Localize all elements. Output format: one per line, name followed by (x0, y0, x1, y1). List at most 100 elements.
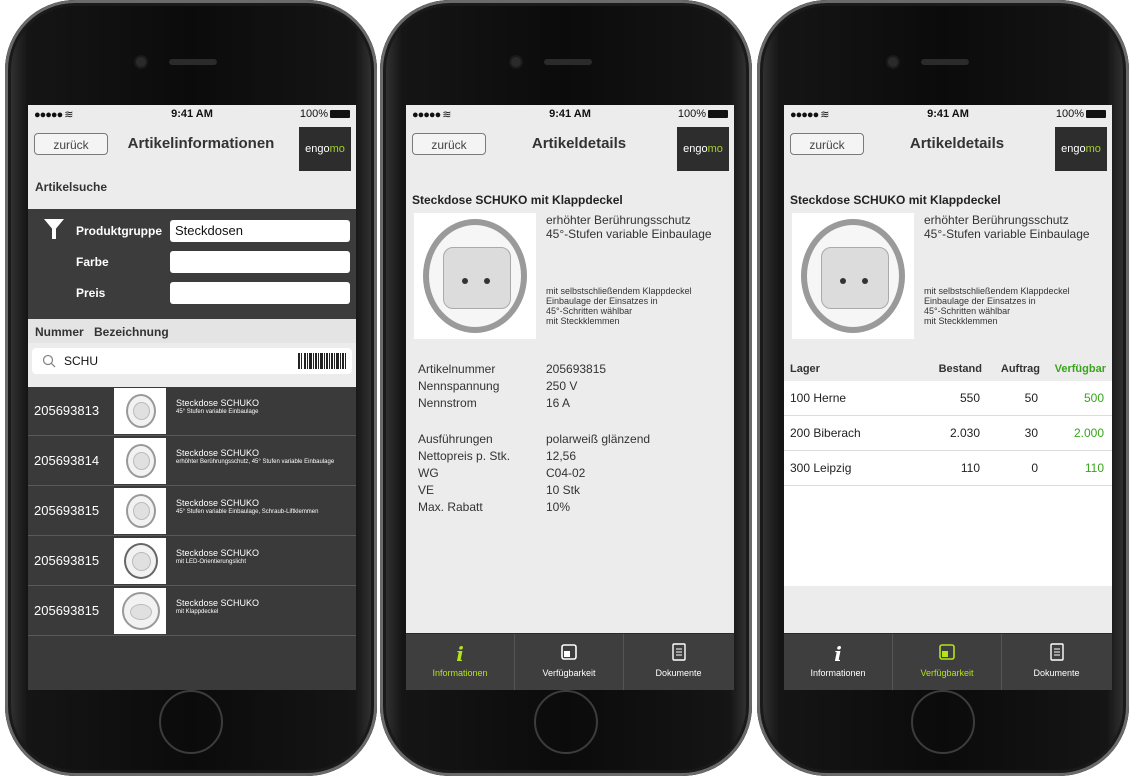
engomo-logo: engomo (299, 127, 351, 171)
tab-bar: i Informationen Verfügbarkeit Dokumente (406, 633, 734, 690)
feature-note: mit Steckklemmen (546, 316, 620, 326)
product-title: Steckdose SCHUKO mit Klappdeckel (790, 193, 1001, 207)
home-button[interactable] (911, 690, 975, 754)
column-name: Bezeichnung (94, 325, 169, 339)
tab-informationen[interactable]: i Informationen (406, 634, 515, 690)
availability-table: 100 Herne 550 50 500 200 Biberach 2.030 … (784, 381, 1112, 586)
tab-dokumente[interactable]: Dokumente (624, 634, 733, 690)
engomo-logo: engomo (677, 127, 729, 171)
spec-label: Nettopreis p. Stk. (418, 449, 511, 463)
feature-text: erhöhter Berührungsschutz (924, 213, 1069, 227)
camera (511, 57, 521, 67)
item-subtitle: erhöhter Berührungsschutz, 45° Stufen va… (176, 459, 335, 465)
cell-lager: 300 Leipzig (790, 461, 852, 475)
screen-article-details: ●●●●● ≋ 9:41 AM 100% zurück Artikeldetai… (406, 105, 734, 690)
cell-bestand: 550 (959, 391, 980, 405)
list-item[interactable]: 205693813 Steckdose SCHUKO 45° Stufen va… (28, 387, 356, 436)
list-item[interactable]: 205693815 Steckdose SCHUKO mit Klappdeck… (28, 587, 356, 636)
back-button[interactable]: zurück (790, 133, 864, 155)
camera (888, 57, 898, 67)
status-bar: ●●●●● ≋ 9:41 AM 100% (406, 105, 734, 123)
item-title: Steckdose SCHUKO (176, 398, 260, 408)
tab-label: Informationen (432, 668, 488, 678)
column-auftrag: Auftrag (1000, 363, 1040, 375)
document-icon (1002, 642, 1111, 662)
table-row[interactable]: 100 Herne 550 50 500 (784, 381, 1112, 416)
tab-label: Verfügbarkeit (542, 668, 596, 678)
filter-label: Farbe (76, 255, 109, 269)
spec-label: Nennstrom (418, 396, 477, 410)
item-subtitle: 45° Stufen variable Einbaulage (176, 409, 259, 415)
battery-icon (1086, 110, 1106, 118)
search-input[interactable]: SCHU (32, 348, 352, 374)
feature-text: 45°-Stufen variable Einbaulage (924, 227, 1090, 241)
speaker (169, 59, 217, 65)
feature-note: mit selbstschließendem Klappdeckel (546, 286, 692, 296)
filter-label: Produktgruppe (76, 224, 162, 238)
column-number: Nummer (35, 325, 84, 339)
page-title: Artikeldetails (531, 135, 627, 152)
spec-label: Nennspannung (418, 379, 500, 393)
search-value: SCHU (64, 354, 99, 368)
list-item[interactable]: 205693815 Steckdose SCHUKO mit LED-Orien… (28, 537, 356, 586)
spec-label: VE (418, 483, 435, 497)
feature-note: Einbaulage der Einsatzes in (546, 296, 658, 306)
filter-row-group: Produktgruppe Steckdosen (28, 220, 356, 244)
feature-list: erhöhter Berührungsschutz 45°-Stufen var… (546, 213, 712, 241)
item-title: Steckdose SCHUKO (176, 498, 260, 508)
filter-panel: Produktgruppe Steckdosen Farbe Preis (28, 209, 356, 319)
info-icon: i (456, 642, 464, 666)
product-group-field[interactable]: Steckdosen (170, 220, 350, 242)
phone-frame-2: ●●●●● ≋ 9:41 AM 100% zurück Artikeldetai… (380, 0, 752, 776)
battery-icon (708, 110, 728, 118)
status-bar: ●●●●● ≋ 9:41 AM 100% (784, 105, 1112, 123)
color-field[interactable] (170, 251, 350, 273)
column-verfuegbar: Verfügbar (1054, 363, 1106, 375)
product-image (414, 213, 536, 339)
cell-lager: 100 Herne (790, 391, 847, 405)
spec-value: polarweiß glänzend (546, 432, 651, 446)
feature-notes: mit selbstschließendem Klappdeckel Einba… (924, 286, 1070, 326)
tab-dokumente[interactable]: Dokumente (1002, 634, 1111, 690)
filter-row-price: Preis (28, 282, 356, 306)
filter-row-color: Farbe (28, 251, 356, 275)
back-button[interactable]: zurück (412, 133, 486, 155)
barcode-icon[interactable] (298, 353, 346, 369)
price-field[interactable] (170, 282, 350, 304)
screen-availability: ●●●●● ≋ 9:41 AM 100% zurück Artikeldetai… (784, 105, 1112, 690)
spec-value: 205693815 (546, 362, 607, 376)
phone-frame-3: ●●●●● ≋ 9:41 AM 100% zurück Artikeldetai… (757, 0, 1129, 776)
feature-note: Einbaulage der Einsatzes in (924, 296, 1036, 306)
cell-bestand: 110 (960, 461, 980, 475)
screen-article-search: ●●●●● ≋ 9:41 AM 100% zurück Artikelinfor… (28, 105, 356, 690)
product-title: Steckdose SCHUKO mit Klappdeckel (412, 193, 623, 207)
phone-frame-1: ●●●●● ≋ 9:41 AM 100% zurück Artikelinfor… (5, 0, 377, 776)
column-bestand: Bestand (938, 363, 982, 375)
item-number: 205693814 (34, 453, 100, 468)
tab-label: Informationen (810, 668, 866, 678)
product-image (792, 213, 914, 339)
back-button[interactable]: zurück (34, 133, 108, 155)
list-item[interactable]: 205693815 Steckdose SCHUKO 45° Stufen va… (28, 487, 356, 536)
tab-verfuegbarkeit[interactable]: Verfügbarkeit (515, 634, 624, 690)
tab-verfuegbarkeit[interactable]: Verfügbarkeit (893, 634, 1002, 690)
tab-label: Dokumente (655, 668, 702, 678)
feature-text: 45°-Stufen variable Einbaulage (546, 227, 712, 241)
status-bar: ●●●●● ≋ 9:41 AM 100% (28, 105, 356, 123)
spec-label: Max. Rabatt (418, 500, 483, 514)
warehouse-icon (893, 642, 1001, 662)
spec-value: 250 V (546, 379, 578, 393)
table-row[interactable]: 200 Biberach 2.030 30 2.000 (784, 416, 1112, 451)
info-icon: i (834, 642, 842, 666)
page-title: Artikelinformationen (127, 135, 275, 152)
home-button[interactable] (159, 690, 223, 754)
page-title: Artikeldetails (909, 135, 1005, 152)
product-thumbnail (114, 538, 166, 584)
table-row[interactable]: 300 Leipzig 110 0 110 (784, 451, 1112, 486)
list-item[interactable]: 205693814 Steckdose SCHUKO erhöhter Berü… (28, 437, 356, 486)
tab-informationen[interactable]: i Informationen (784, 634, 893, 690)
tab-bar: i Informationen Verfügbarkeit Dokumente (784, 633, 1112, 690)
home-button[interactable] (534, 690, 598, 754)
spec-label: WG (418, 466, 439, 480)
item-number: 205693815 (34, 603, 100, 618)
